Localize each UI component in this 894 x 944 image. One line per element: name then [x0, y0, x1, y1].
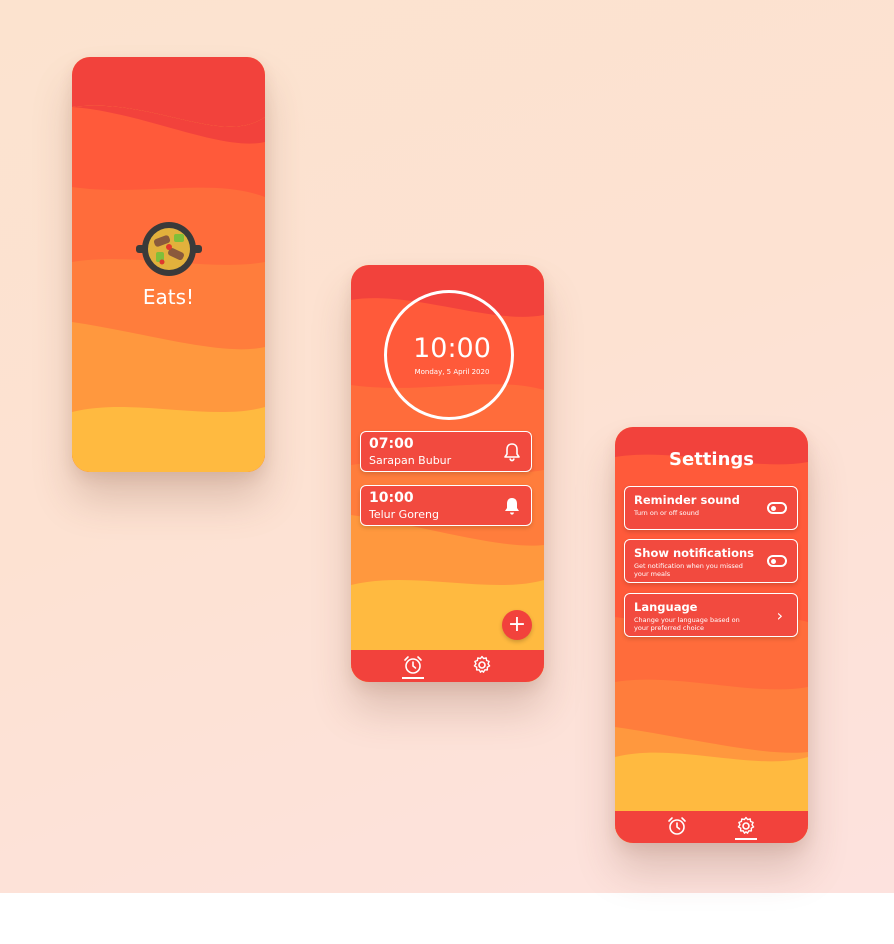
splash-screen: Eats! — [72, 57, 265, 472]
chevron-right-icon[interactable]: › — [777, 606, 783, 625]
setting-title: Show notifications — [634, 546, 754, 560]
toggle-knob — [771, 559, 776, 564]
notifications-toggle[interactable] — [767, 555, 787, 567]
active-tab-indicator — [735, 838, 757, 840]
alarm-card[interactable]: 07:00 Sarapan Bubur — [360, 431, 532, 472]
reminder-sound-toggle[interactable] — [767, 502, 787, 514]
bottom-tab-bar — [615, 811, 808, 843]
clock-time: 10:00 — [413, 333, 491, 364]
setting-title: Language — [634, 600, 698, 614]
alarm-clock-icon[interactable] — [666, 815, 688, 837]
setting-description: Get notification when you missed your me… — [634, 562, 743, 578]
page-title: Settings — [669, 449, 754, 470]
setting-title: Reminder sound — [634, 493, 740, 507]
active-tab-indicator — [402, 677, 424, 679]
alarm-name: Telur Goreng — [369, 508, 439, 521]
settings-screen: Settings Reminder sound Turn on or off s… — [615, 427, 808, 843]
bell-outline-icon[interactable] — [503, 442, 521, 462]
alarm-name: Sarapan Bubur — [369, 454, 452, 467]
alarm-card[interactable]: 10:00 Telur Goreng — [360, 485, 532, 526]
setting-description: Change your language based on your prefe… — [634, 616, 740, 632]
clock-face: 10:00 Monday, 5 April 2020 — [384, 290, 514, 420]
alarm-time: 07:00 — [369, 436, 414, 452]
bottom-tab-bar — [351, 650, 544, 682]
app-name: Eats! — [142, 285, 195, 309]
paella-pan-icon — [136, 222, 202, 276]
setting-show-notifications[interactable]: Show notifications Get notification when… — [624, 539, 798, 583]
setting-language[interactable]: Language Change your language based on y… — [624, 593, 798, 637]
setting-description: Turn on or off sound — [634, 509, 699, 517]
toggle-knob — [771, 506, 776, 511]
alarm-screen: 10:00 Monday, 5 April 2020 07:00 Sarapan… — [351, 265, 544, 682]
clock-date: Monday, 5 April 2020 — [414, 368, 490, 376]
gear-icon[interactable] — [471, 654, 493, 676]
gear-icon[interactable] — [735, 815, 757, 837]
setting-reminder-sound[interactable]: Reminder sound Turn on or off sound — [624, 486, 798, 530]
bell-filled-icon[interactable] — [503, 496, 521, 516]
alarm-time: 10:00 — [369, 490, 414, 506]
add-alarm-button[interactable]: + — [502, 610, 532, 640]
alarm-clock-icon[interactable] — [402, 654, 424, 676]
